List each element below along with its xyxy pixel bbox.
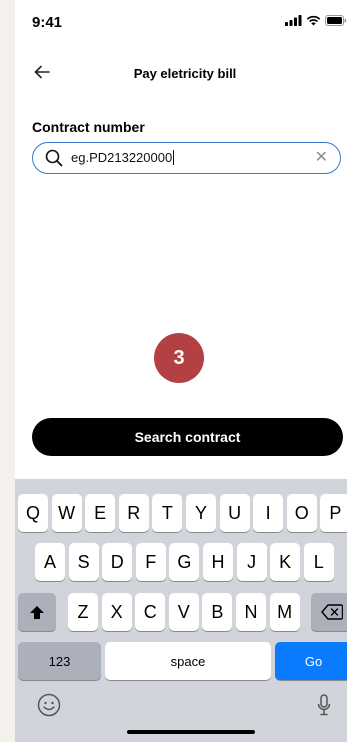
home-indicator <box>127 730 255 734</box>
key-m[interactable]: M <box>269 593 300 631</box>
key-t[interactable]: T <box>152 494 183 532</box>
key-g[interactable]: G <box>169 543 200 581</box>
key-h[interactable]: H <box>203 543 233 581</box>
go-key[interactable]: Go <box>275 642 347 680</box>
keyboard: QWERTYUIOP ASDFGHJKL ZXCVBNM 123 space G… <box>15 479 347 742</box>
key-z[interactable]: Z <box>68 593 98 631</box>
delete-key[interactable] <box>311 593 347 631</box>
navigation-bar: Pay eletricity bill <box>15 54 347 90</box>
wifi-icon <box>306 15 321 26</box>
key-i[interactable]: I <box>253 494 284 532</box>
key-r[interactable]: R <box>118 494 149 532</box>
contract-number-label: Contract number <box>32 119 145 135</box>
search-icon <box>45 149 63 167</box>
page-title: Pay eletricity bill <box>133 66 237 81</box>
key-c[interactable]: C <box>135 593 166 631</box>
signal-icon <box>285 15 302 26</box>
step-badge: 3 <box>154 333 204 383</box>
key-s[interactable]: S <box>68 543 99 581</box>
key-n[interactable]: N <box>236 593 266 631</box>
search-input-text: eg.PD213220000 <box>71 150 173 165</box>
search-contract-button[interactable]: Search contract <box>32 418 343 456</box>
key-x[interactable]: X <box>101 593 132 631</box>
page: 9:41 Pay eletricity bill Contract number… <box>0 0 347 742</box>
search-input-value: eg.PD213220000 <box>71 150 175 165</box>
key-b[interactable]: B <box>202 593 233 631</box>
key-u[interactable]: U <box>219 494 250 532</box>
phone-screen: 9:41 Pay eletricity bill Contract number… <box>15 0 347 742</box>
key-j[interactable]: J <box>236 543 267 581</box>
key-q[interactable]: Q <box>18 494 48 532</box>
clear-icon[interactable]: ✕ <box>315 149 328 167</box>
key-o[interactable]: O <box>286 494 317 532</box>
key-k[interactable]: K <box>270 543 301 581</box>
key-a[interactable]: A <box>35 543 65 581</box>
numbers-key[interactable]: 123 <box>18 642 101 680</box>
status-time: 9:41 <box>32 14 63 31</box>
shift-icon <box>30 605 44 619</box>
key-w[interactable]: W <box>51 494 82 532</box>
shift-key[interactable] <box>18 593 56 631</box>
battery-icon <box>325 15 347 26</box>
status-icons <box>285 15 347 26</box>
microphone-glyph <box>317 694 331 716</box>
backspace-icon <box>321 604 343 620</box>
key-l[interactable]: L <box>303 543 334 581</box>
key-f[interactable]: F <box>135 543 166 581</box>
microphone-icon[interactable] <box>314 692 334 718</box>
key-v[interactable]: V <box>168 593 199 631</box>
status-bar: 9:41 <box>15 0 347 44</box>
key-e[interactable]: E <box>85 494 116 532</box>
key-y[interactable]: Y <box>186 494 216 532</box>
key-p[interactable]: P <box>320 494 347 532</box>
emoji-icon[interactable] <box>36 692 62 718</box>
text-caret <box>173 150 175 165</box>
key-d[interactable]: D <box>102 543 133 581</box>
emoji-glyph <box>37 693 61 717</box>
contract-search-input[interactable]: eg.PD213220000 ✕ <box>32 142 341 174</box>
space-key[interactable]: space <box>105 642 271 680</box>
